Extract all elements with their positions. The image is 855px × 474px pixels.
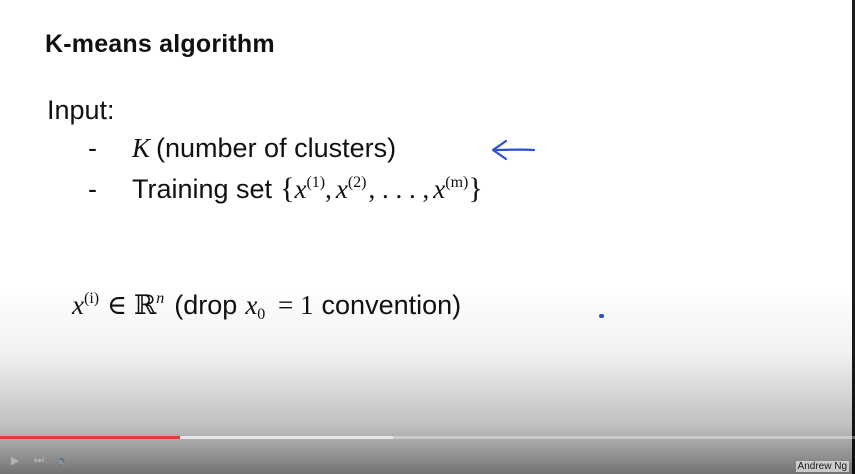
set-close-brace: } [468,172,483,205]
real-space-expression: ∈ ℝn [107,290,164,321]
progress-played [0,436,180,439]
lecture-slide: K-means algorithm Input: - K (number of … [0,0,855,474]
training-set-label: Training set [132,174,273,204]
volume-icon[interactable]: 🔈 [54,451,72,469]
x2-superscript: (2) [347,174,367,191]
convention-text: convention) [321,290,462,320]
player-controls: ▶ ⏭ 🔈 [0,446,855,474]
input-label: Input: [47,95,115,125]
n-superscript: n [156,290,165,307]
pen-dot-mark [599,314,604,318]
element-of-reals: ∈ ℝ [107,290,157,320]
dimension-note: x(i) ∈ ℝn (drop x0 = 1 convention) [72,290,462,323]
xm-var: x [433,174,446,204]
x2-var: x [335,174,348,204]
handwritten-arrow-icon [490,138,536,167]
x0-expression: x0 = 1 [245,290,314,323]
ellipsis: , . . . , [368,174,430,204]
x1-var: x [294,174,307,204]
training-set-expression: {x(1), x(2), . . . , x(m)} [280,172,483,206]
equals-one: = 1 [278,290,314,320]
set-open-brace: { [280,172,295,205]
xi-superscript: (i) [83,290,100,307]
xm-superscript: (m) [445,174,469,191]
x0-subscript: 0 [257,306,266,323]
bullet-dash: - [88,174,97,204]
k-description: (number of clusters) [156,133,397,163]
author-watermark: Andrew Ng [795,461,849,472]
x1-superscript: (1) [306,174,326,191]
k-symbol: K [132,133,151,163]
xi-expression: x(i) [72,290,99,321]
bullet-dash: - [88,133,97,163]
slide-title: K-means algorithm [45,30,275,58]
bullet-training-set: - Training set {x(1), x(2), . . . , x(m)} [88,172,483,206]
next-icon[interactable]: ⏭ [30,451,48,469]
play-icon[interactable]: ▶ [6,451,24,469]
drop-open-text: (drop [174,290,238,320]
x0-var: x [245,290,258,320]
comma: , [325,174,332,204]
bullet-number-of-clusters: - K (number of clusters) [88,133,396,164]
xi-var: x [72,290,84,320]
video-progress-bar[interactable] [0,436,855,439]
